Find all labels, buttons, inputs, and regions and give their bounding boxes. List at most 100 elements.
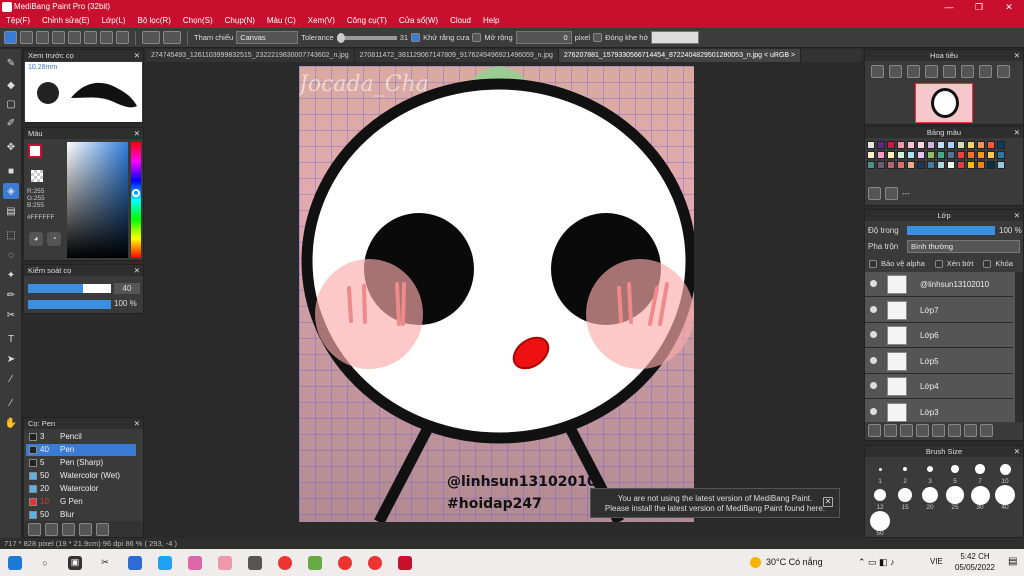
menu-filter[interactable]: Bộ lọc(R) [132, 14, 177, 28]
layer-menu-icon[interactable] [916, 424, 929, 437]
chrome-icon[interactable] [278, 555, 292, 570]
menu-window[interactable]: Cửa sổ(W) [393, 14, 444, 28]
panel-icon[interactable] [116, 31, 129, 44]
notification-center-icon[interactable]: ▤ [1008, 556, 1017, 567]
palette-swatch[interactable] [927, 161, 935, 169]
palette-swatch[interactable] [977, 151, 985, 159]
palette-swatch[interactable] [867, 161, 875, 169]
visibility-eye-icon[interactable] [870, 305, 877, 313]
palette-swatch[interactable] [927, 141, 935, 149]
antialias-checkbox[interactable] [411, 33, 421, 42]
hue-slider[interactable] [131, 142, 141, 258]
close-icon[interactable]: ✕ [134, 50, 140, 61]
tolerance-slider-knob[interactable] [336, 32, 345, 43]
palette-swatch[interactable] [987, 141, 995, 149]
open-icon[interactable] [20, 31, 33, 44]
expand-checkbox[interactable] [472, 33, 482, 42]
palette-swatch[interactable] [877, 141, 885, 149]
close-icon[interactable]: ✕ [134, 128, 140, 139]
brush-size-option[interactable]: 15 [894, 486, 916, 512]
camera-icon[interactable] [248, 555, 262, 570]
palette-swatch[interactable] [987, 161, 995, 169]
document-tab-active[interactable]: 276207881_1579330566714454_8722404829501… [558, 49, 802, 62]
palette-swatch[interactable] [897, 151, 905, 159]
brush-size-option[interactable]: 40 [994, 485, 1016, 512]
brush-folder-icon[interactable] [45, 523, 58, 536]
brush-item[interactable]: 10 G Pen [26, 496, 136, 508]
zoom-out-icon[interactable] [889, 65, 902, 78]
brush-item[interactable]: 50 Watercolor (Wet) [26, 470, 136, 482]
palette-swatch[interactable] [887, 151, 895, 159]
layer-scrollbar[interactable] [1015, 272, 1023, 422]
palette-swatch[interactable] [897, 141, 905, 149]
palette-swatch[interactable] [997, 161, 1005, 169]
new-1bit-layer-icon[interactable] [900, 424, 913, 437]
primary-color-swatch[interactable] [28, 144, 42, 158]
reset-rotation-icon[interactable] [979, 65, 992, 78]
palette-swatch[interactable] [957, 151, 965, 159]
shape-tool-icon[interactable]: ▢ [3, 96, 19, 112]
brush-size-option[interactable]: 3 [919, 460, 941, 486]
palette-swatch[interactable] [877, 161, 885, 169]
blend-mode-select[interactable]: Bình thường [907, 240, 1020, 253]
palette-swatch[interactable] [967, 161, 975, 169]
close-icon[interactable]: ✕ [134, 418, 140, 429]
palette-swatch[interactable] [947, 151, 955, 159]
notification-close-icon[interactable]: ✕ [823, 497, 833, 507]
select-tool-icon[interactable]: ⬚ [3, 227, 19, 243]
actual-size-icon[interactable] [925, 65, 938, 78]
menu-view[interactable]: Xem(V) [302, 14, 341, 28]
new-halftone-layer-icon[interactable] [884, 424, 897, 437]
brush-opacity-bar[interactable] [28, 300, 111, 309]
brush-size-option[interactable]: 25 [944, 486, 966, 512]
close-icon[interactable]: ✕ [1014, 210, 1020, 221]
palette-swatch[interactable] [917, 141, 925, 149]
bucket-tool-icon[interactable]: ◈ [3, 183, 19, 199]
layer-opacity-bar[interactable] [907, 226, 995, 235]
app-icon[interactable] [308, 555, 322, 570]
clipping-checkbox[interactable] [934, 259, 943, 268]
menu-select[interactable]: Chọn(S) [177, 14, 219, 28]
layer-folder-icon[interactable] [932, 424, 945, 437]
palette-swatch[interactable] [917, 161, 925, 169]
visibility-eye-icon[interactable] [870, 356, 877, 364]
hand-tool-icon[interactable]: ✋ [3, 415, 19, 431]
hue-knob[interactable] [132, 189, 140, 197]
flip-icon[interactable] [997, 65, 1010, 78]
dropper-tool-icon[interactable]: ⁄ [3, 395, 19, 411]
app-icon[interactable] [188, 555, 202, 570]
palette-icon[interactable]: ◕ [29, 232, 43, 246]
operation-tool-icon[interactable]: ➤ [3, 351, 19, 367]
chat-icon[interactable] [158, 555, 172, 570]
visibility-eye-icon[interactable] [870, 331, 877, 338]
app-icon[interactable] [218, 555, 232, 570]
palette-swatch[interactable] [897, 161, 905, 169]
chrome-icon[interactable] [338, 555, 352, 570]
chrome-icon[interactable] [368, 555, 382, 570]
palette-swatch[interactable] [937, 141, 945, 149]
visibility-eye-icon[interactable] [870, 382, 877, 389]
start-icon[interactable] [8, 555, 22, 570]
merge-layer-icon[interactable] [964, 424, 977, 437]
palette-swatch[interactable] [907, 141, 915, 149]
brush-item[interactable]: 5 Pen (Sharp) [26, 457, 136, 469]
weather-text[interactable]: 30°C Có nắng [766, 557, 823, 567]
minimize-icon[interactable]: — [934, 0, 964, 14]
medibang-icon[interactable] [398, 555, 412, 570]
palette-swatch[interactable] [907, 161, 915, 169]
brush-download-icon[interactable] [62, 523, 75, 536]
cloud-icon[interactable] [52, 31, 65, 44]
palette-swatch[interactable] [907, 151, 915, 159]
brush-size-option[interactable]: 20 [919, 486, 941, 512]
brush-copy-icon[interactable] [96, 523, 109, 536]
brush-properties-icon[interactable] [79, 523, 92, 536]
add-brush-icon[interactable] [28, 523, 41, 536]
palette-add-icon[interactable] [868, 187, 881, 200]
palette-swatch[interactable] [977, 161, 985, 169]
magic-wand-icon[interactable]: ✦ [3, 267, 19, 283]
brush-item[interactable]: 3 Pencil [26, 431, 136, 443]
brush-size-value[interactable]: 40 [114, 283, 140, 294]
expand-input[interactable]: 0 [515, 31, 572, 44]
palette-swatch[interactable] [947, 161, 955, 169]
palette-swatch[interactable] [977, 141, 985, 149]
